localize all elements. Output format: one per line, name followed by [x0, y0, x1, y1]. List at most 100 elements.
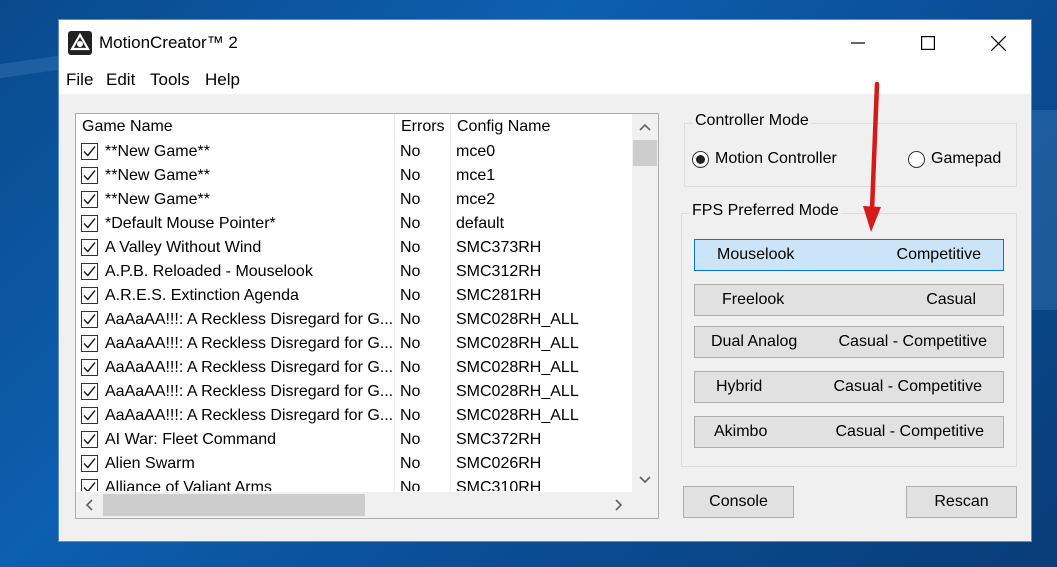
- table-row[interactable]: AaAaAA!!!: A Reckless Disregard for G...…: [76, 356, 632, 380]
- mode-mouselook-button[interactable]: Mouselook Competitive: [694, 239, 1004, 271]
- row-checkbox[interactable]: [81, 335, 98, 352]
- row-checkbox[interactable]: [81, 311, 98, 328]
- cell-errors: No: [400, 455, 421, 472]
- cell-divider: [394, 332, 395, 356]
- cell-divider: [450, 188, 451, 212]
- menu-edit[interactable]: Edit: [106, 70, 135, 90]
- row-checkbox[interactable]: [81, 287, 98, 304]
- menu-file[interactable]: File: [66, 70, 93, 90]
- vertical-scrollbar[interactable]: [632, 114, 658, 493]
- minimize-icon: [851, 42, 865, 44]
- vertical-scroll-thumb[interactable]: [633, 140, 657, 166]
- cell-config-name: SMC281RH: [456, 287, 542, 304]
- title-bar[interactable]: MotionCreator™ 2: [59, 20, 1031, 66]
- checkmark-icon: [83, 362, 96, 373]
- cell-game-name: AaAaAA!!!: A Reckless Disregard for G...: [105, 359, 394, 376]
- cell-errors: No: [400, 143, 421, 160]
- row-checkbox[interactable]: [81, 359, 98, 376]
- cell-game-name: Alliance of Valiant Arms: [105, 479, 272, 491]
- mode-dual-analog-button[interactable]: Dual Analog Casual - Competitive: [694, 326, 1004, 358]
- table-row[interactable]: AaAaAA!!!: A Reckless Disregard for G...…: [76, 308, 632, 332]
- menu-help[interactable]: Help: [205, 70, 240, 90]
- cell-game-name: **New Game**: [105, 143, 210, 160]
- cell-errors: No: [400, 479, 421, 491]
- cell-config-name: SMC028RH_ALL: [456, 335, 579, 352]
- cell-divider: [394, 140, 395, 164]
- column-header-errors[interactable]: Errors: [395, 114, 450, 140]
- scroll-down-button[interactable]: [632, 467, 658, 493]
- red-arrow-annotation: [863, 82, 881, 232]
- mode-akimbo-button[interactable]: Akimbo Casual - Competitive: [694, 416, 1004, 448]
- mode-freelook-button[interactable]: Freelook Casual: [694, 284, 1004, 316]
- table-row[interactable]: Alien Swarm No SMC026RH: [76, 452, 632, 476]
- cell-game-name: AaAaAA!!!: A Reckless Disregard for G...: [105, 335, 394, 352]
- table-row[interactable]: **New Game** No mce2: [76, 188, 632, 212]
- cell-game-name: AaAaAA!!!: A Reckless Disregard for G...: [105, 407, 394, 424]
- horizontal-scroll-thumb[interactable]: [103, 494, 365, 516]
- radio-circle: [908, 150, 925, 168]
- table-row[interactable]: AaAaAA!!!: A Reckless Disregard for G...…: [76, 332, 632, 356]
- cell-divider: [450, 212, 451, 236]
- radio-motion-controller[interactable]: Motion Controller: [692, 150, 837, 168]
- cell-divider: [394, 428, 395, 452]
- cell-divider: [394, 164, 395, 188]
- menu-tools[interactable]: Tools: [150, 70, 190, 90]
- chevron-up-icon: [639, 123, 651, 131]
- radio-gamepad[interactable]: Gamepad: [908, 150, 1001, 168]
- cell-game-name: A.R.E.S. Extinction Agenda: [105, 287, 299, 304]
- game-list[interactable]: Game Name Errors Config Name **New Game*…: [75, 113, 659, 519]
- checkmark-icon: [83, 242, 96, 253]
- row-checkbox[interactable]: [81, 239, 98, 256]
- checkmark-icon: [83, 482, 96, 491]
- cell-errors: No: [400, 383, 421, 400]
- rescan-button[interactable]: Rescan: [906, 486, 1017, 518]
- row-checkbox[interactable]: [81, 479, 98, 491]
- checkmark-icon: [83, 434, 96, 445]
- table-row[interactable]: **New Game** No mce0: [76, 140, 632, 164]
- cell-divider: [450, 140, 451, 164]
- column-header-config-name[interactable]: Config Name: [451, 114, 631, 140]
- row-checkbox[interactable]: [81, 455, 98, 472]
- maximize-button[interactable]: [893, 20, 963, 66]
- horizontal-scrollbar[interactable]: [76, 492, 632, 518]
- cell-divider: [394, 188, 395, 212]
- radio-dot: [696, 154, 705, 164]
- checkmark-icon: [83, 458, 96, 469]
- cell-divider: [450, 284, 451, 308]
- table-row[interactable]: *Default Mouse Pointer* No default: [76, 212, 632, 236]
- table-row[interactable]: AI War: Fleet Command No SMC372RH: [76, 428, 632, 452]
- scroll-left-button[interactable]: [76, 492, 102, 518]
- scroll-right-button[interactable]: [606, 492, 632, 518]
- cell-errors: No: [400, 191, 421, 208]
- table-row[interactable]: AaAaAA!!!: A Reckless Disregard for G...…: [76, 380, 632, 404]
- cell-config-name: mce1: [456, 167, 496, 184]
- cell-divider: [450, 332, 451, 356]
- close-button[interactable]: [963, 20, 1033, 66]
- row-checkbox[interactable]: [81, 431, 98, 448]
- checkmark-icon: [83, 314, 96, 325]
- row-checkbox[interactable]: [81, 167, 98, 184]
- cell-game-name: A Valley Without Wind: [105, 239, 262, 256]
- row-checkbox[interactable]: [81, 383, 98, 400]
- cell-divider: [394, 356, 395, 380]
- console-button[interactable]: Console: [683, 486, 794, 518]
- table-row[interactable]: A.P.B. Reloaded - Mouselook No SMC312RH: [76, 260, 632, 284]
- row-checkbox[interactable]: [81, 263, 98, 280]
- row-checkbox[interactable]: [81, 407, 98, 424]
- game-list-header: Game Name Errors Config Name: [76, 114, 632, 140]
- cell-errors: No: [400, 407, 421, 424]
- table-row[interactable]: **New Game** No mce1: [76, 164, 632, 188]
- scroll-up-button[interactable]: [632, 114, 658, 140]
- column-header-game-name[interactable]: Game Name: [76, 114, 394, 140]
- table-row[interactable]: AaAaAA!!!: A Reckless Disregard for G...…: [76, 404, 632, 428]
- cell-errors: No: [400, 239, 421, 256]
- minimize-button[interactable]: [823, 20, 893, 66]
- row-checkbox[interactable]: [81, 215, 98, 232]
- table-row[interactable]: A Valley Without Wind No SMC373RH: [76, 236, 632, 260]
- row-checkbox[interactable]: [81, 191, 98, 208]
- checkmark-icon: [83, 290, 96, 301]
- row-checkbox[interactable]: [81, 143, 98, 160]
- table-row[interactable]: Alliance of Valiant Arms No SMC310RH: [76, 476, 632, 491]
- mode-hybrid-button[interactable]: Hybrid Casual - Competitive: [694, 371, 1004, 403]
- table-row[interactable]: A.R.E.S. Extinction Agenda No SMC281RH: [76, 284, 632, 308]
